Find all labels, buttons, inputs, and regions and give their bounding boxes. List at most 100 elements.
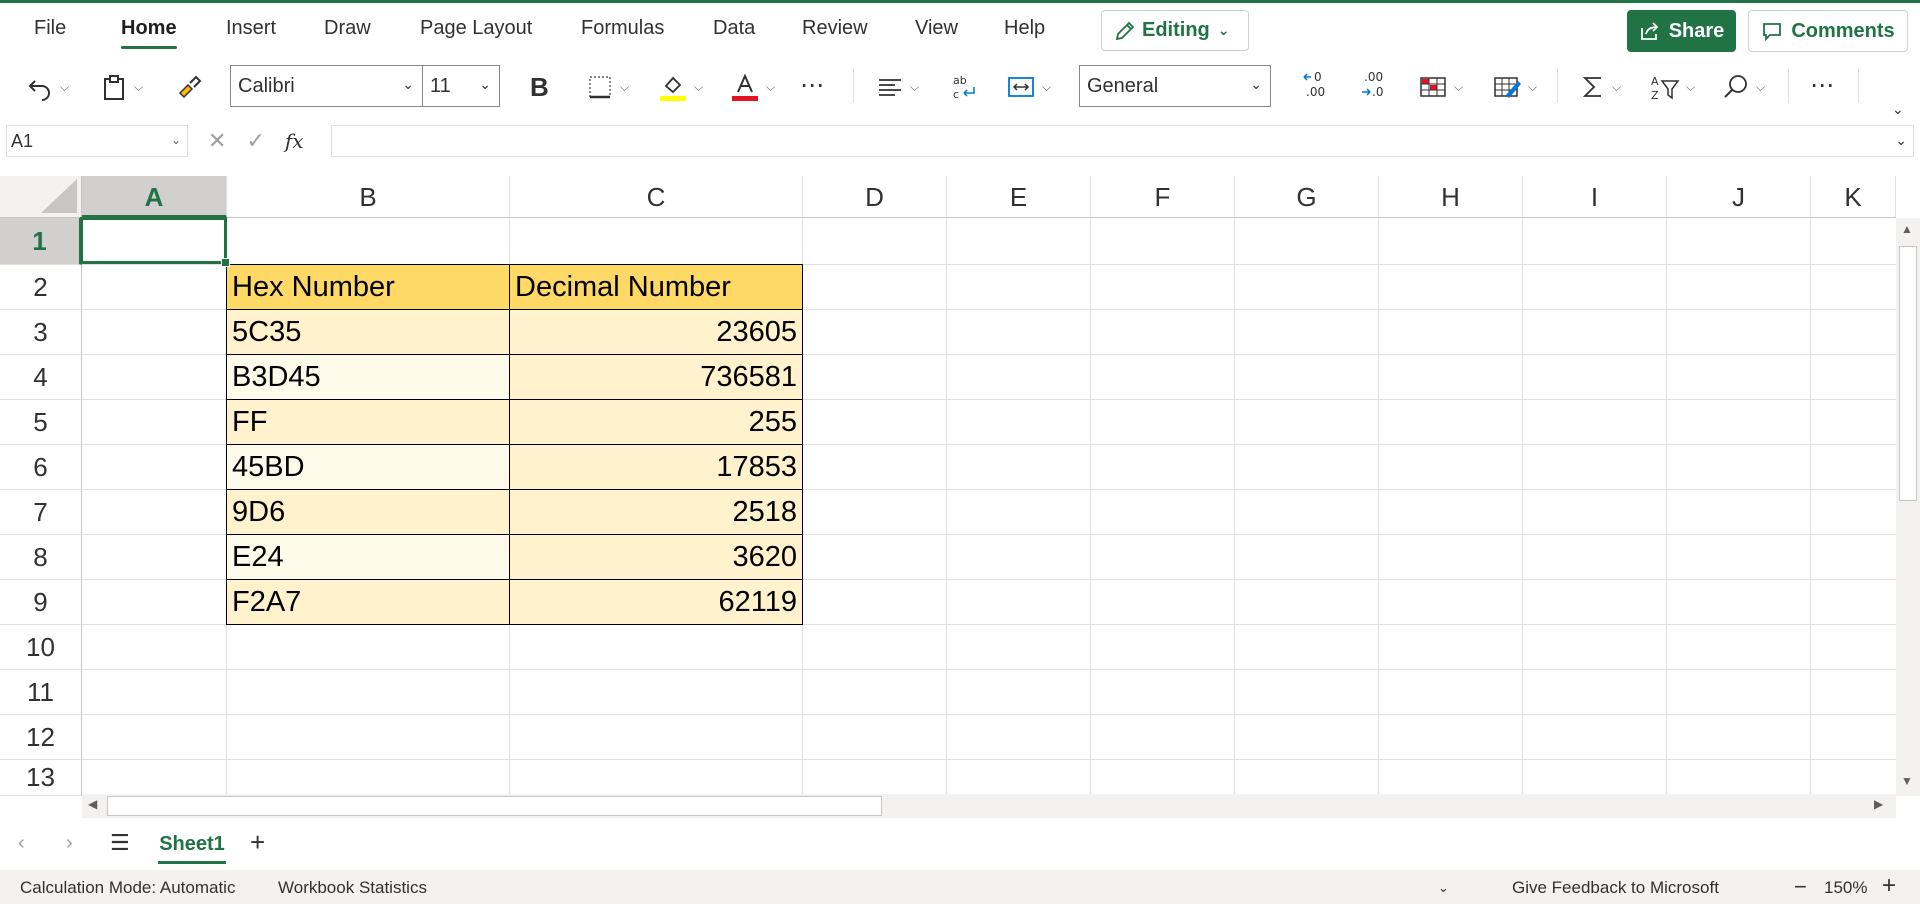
formula-input[interactable]: ⌄ bbox=[331, 125, 1914, 157]
tab-insert[interactable]: Insert bbox=[226, 17, 276, 40]
borders-button[interactable]: ⌵ bbox=[586, 69, 629, 105]
scroll-down-icon[interactable]: ▼ bbox=[1901, 774, 1913, 788]
feedback-link[interactable]: Give Feedback to Microsoft bbox=[1512, 878, 1719, 898]
table-cell-decimal[interactable]: 23605 bbox=[509, 309, 803, 355]
share-button[interactable]: Share bbox=[1627, 10, 1736, 52]
format-as-table-button[interactable]: ⌵ bbox=[1492, 69, 1537, 105]
row-header-3[interactable]: 3 bbox=[0, 310, 82, 355]
zoom-level[interactable]: 150% bbox=[1824, 878, 1867, 898]
editing-mode-button[interactable]: Editing ⌄ bbox=[1101, 10, 1249, 51]
sheet-tab-sheet1[interactable]: Sheet1 bbox=[158, 822, 226, 866]
table-cell-hex[interactable]: FF bbox=[226, 399, 510, 445]
align-button[interactable]: ⌵ bbox=[876, 69, 919, 105]
bold-button[interactable]: B bbox=[530, 69, 549, 105]
decrease-decimal-button[interactable]: .00.0 bbox=[1358, 67, 1392, 103]
table-cell-decimal[interactable]: 17853 bbox=[509, 444, 803, 490]
name-box[interactable]: A1 ⌄ bbox=[6, 125, 188, 157]
column-header-i[interactable]: I bbox=[1523, 176, 1667, 218]
row-header-2[interactable]: 2 bbox=[0, 265, 82, 310]
row-header-8[interactable]: 8 bbox=[0, 535, 82, 580]
vertical-scroll-thumb[interactable] bbox=[1899, 246, 1917, 501]
table-cell-hex[interactable]: F2A7 bbox=[226, 579, 510, 625]
more-font-options-button[interactable]: ⋯ bbox=[800, 67, 826, 103]
add-sheet-icon[interactable]: + bbox=[250, 827, 265, 858]
table-cell-decimal[interactable]: 736581 bbox=[509, 354, 803, 400]
table-cell-decimal[interactable]: 62119 bbox=[509, 579, 803, 625]
workbook-statistics-button[interactable]: Workbook Statistics bbox=[278, 878, 427, 898]
font-color-button[interactable]: ⌵ bbox=[730, 69, 775, 105]
table-cell-hex[interactable]: B3D45 bbox=[226, 354, 510, 400]
check-icon[interactable]: ✓ bbox=[246, 128, 264, 154]
fill-handle[interactable] bbox=[221, 258, 230, 267]
column-header-j[interactable]: J bbox=[1667, 176, 1811, 218]
all-sheets-menu-icon[interactable]: ☰ bbox=[110, 830, 130, 856]
tab-help[interactable]: Help bbox=[1004, 17, 1045, 40]
chevron-down-icon[interactable]: ⌄ bbox=[1895, 132, 1907, 149]
row-header-5[interactable]: 5 bbox=[0, 400, 82, 445]
table-cell-hex[interactable]: 9D6 bbox=[226, 489, 510, 535]
more-options-button[interactable]: ⋯ bbox=[1810, 67, 1836, 103]
row-header-9[interactable]: 9 bbox=[0, 580, 82, 625]
zoom-out-icon[interactable]: − bbox=[1794, 874, 1807, 900]
active-cell-selection[interactable] bbox=[80, 217, 230, 267]
tab-data[interactable]: Data bbox=[713, 17, 755, 40]
conditional-formatting-button[interactable]: ⌵ bbox=[1418, 69, 1463, 105]
tab-draw[interactable]: Draw bbox=[324, 17, 371, 40]
table-header-hex[interactable]: Hex Number bbox=[226, 264, 510, 310]
table-cell-hex[interactable]: 5C35 bbox=[226, 309, 510, 355]
cell-area[interactable]: Hex Number Decimal Number 5C35 23605 B3D… bbox=[82, 218, 1896, 796]
cancel-icon[interactable]: ✕ bbox=[208, 128, 226, 154]
insert-function-button[interactable]: fx bbox=[285, 129, 304, 153]
column-header-b[interactable]: B bbox=[227, 176, 510, 218]
select-all-button[interactable] bbox=[0, 176, 82, 218]
zoom-in-icon[interactable]: + bbox=[1882, 872, 1896, 900]
column-header-g[interactable]: G bbox=[1235, 176, 1379, 218]
number-format-select[interactable]: General ⌄ bbox=[1079, 65, 1271, 107]
font-name-select[interactable]: Calibri ⌄ bbox=[230, 65, 423, 107]
tab-page-layout[interactable]: Page Layout bbox=[420, 17, 532, 40]
horizontal-scrollbar[interactable]: ◀ ▶ bbox=[82, 794, 1896, 818]
column-header-k[interactable]: K bbox=[1811, 176, 1896, 218]
row-header-10[interactable]: 10 bbox=[0, 625, 82, 670]
sort-filter-button[interactable]: AZ ⌵ bbox=[1650, 69, 1695, 105]
scroll-right-icon[interactable]: ▶ bbox=[1874, 797, 1883, 811]
horizontal-scroll-thumb[interactable] bbox=[107, 796, 882, 816]
column-header-a[interactable]: A bbox=[82, 176, 227, 218]
scroll-up-icon[interactable]: ▲ bbox=[1901, 222, 1913, 236]
tab-formulas[interactable]: Formulas bbox=[581, 17, 664, 40]
scroll-left-icon[interactable]: ◀ bbox=[88, 797, 97, 811]
table-cell-hex[interactable]: 45BD bbox=[226, 444, 510, 490]
tab-review[interactable]: Review bbox=[802, 17, 868, 40]
column-header-e[interactable]: E bbox=[947, 176, 1091, 218]
row-header-13[interactable]: 13 bbox=[0, 760, 82, 796]
table-cell-decimal[interactable]: 3620 bbox=[509, 534, 803, 580]
format-painter-button[interactable] bbox=[174, 69, 202, 105]
fill-color-button[interactable]: ⌵ bbox=[658, 69, 703, 105]
table-cell-decimal[interactable]: 2518 bbox=[509, 489, 803, 535]
calculation-mode-status[interactable]: Calculation Mode: Automatic bbox=[20, 878, 235, 898]
status-chevron-down-icon[interactable]: ⌄ bbox=[1438, 880, 1449, 896]
row-header-1[interactable]: 1 bbox=[0, 218, 82, 265]
column-header-d[interactable]: D bbox=[803, 176, 947, 218]
merge-center-button[interactable]: ⌵ bbox=[1006, 69, 1051, 105]
tab-view[interactable]: View bbox=[915, 17, 958, 40]
column-header-h[interactable]: H bbox=[1379, 176, 1523, 218]
previous-sheet-icon[interactable]: ‹ bbox=[18, 832, 25, 855]
table-cell-hex[interactable]: E24 bbox=[226, 534, 510, 580]
tab-file[interactable]: File bbox=[34, 17, 66, 40]
column-header-c[interactable]: C bbox=[510, 176, 803, 218]
undo-button[interactable]: ⌵ bbox=[26, 69, 69, 105]
row-header-11[interactable]: 11 bbox=[0, 670, 82, 715]
table-header-decimal[interactable]: Decimal Number bbox=[509, 264, 803, 310]
next-sheet-icon[interactable]: › bbox=[66, 832, 73, 855]
ribbon-expand-chevron-icon[interactable]: ⌄ bbox=[1892, 91, 1904, 127]
paste-button[interactable]: ⌵ bbox=[100, 69, 143, 105]
comments-button[interactable]: Comments bbox=[1748, 10, 1908, 52]
row-header-7[interactable]: 7 bbox=[0, 490, 82, 535]
row-header-6[interactable]: 6 bbox=[0, 445, 82, 490]
tab-home[interactable]: Home bbox=[121, 17, 177, 49]
row-header-4[interactable]: 4 bbox=[0, 355, 82, 400]
autosum-button[interactable]: ⌵ bbox=[1580, 69, 1621, 105]
vertical-scrollbar[interactable]: ▲ ▼ bbox=[1896, 218, 1920, 796]
table-cell-decimal[interactable]: 255 bbox=[509, 399, 803, 445]
